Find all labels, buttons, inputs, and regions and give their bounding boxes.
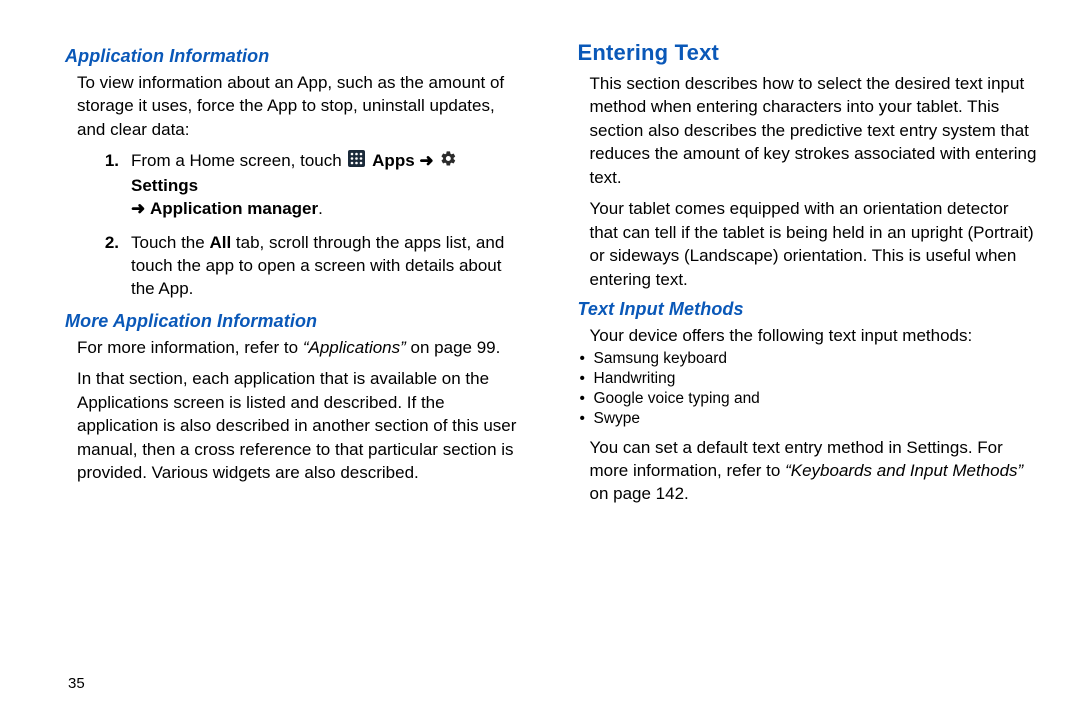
left-column: Application Information To view informat… <box>65 40 528 514</box>
para-entering-1: This section describes how to select the… <box>590 72 1041 189</box>
text: on page 99. <box>406 338 501 357</box>
step-number: 1. <box>65 149 119 220</box>
heading-app-info: Application Information <box>65 46 528 67</box>
list-item: Handwriting <box>578 370 1041 388</box>
text: For more information, refer to <box>77 338 303 357</box>
step1-prefix: From a Home screen, touch <box>131 151 346 170</box>
label-apps: Apps <box>372 151 415 170</box>
step2-a: Touch the <box>131 233 209 252</box>
para-more-2: In that section, each application that i… <box>77 367 528 484</box>
para-methods-intro: Your device offers the following text in… <box>590 324 1041 347</box>
heading-text-input-methods: Text Input Methods <box>578 299 1041 320</box>
step-number: 2. <box>65 231 119 301</box>
list-item: Google voice typing and <box>578 390 1041 408</box>
heading-entering-text: Entering Text <box>578 40 1041 66</box>
crossref-applications: “Applications” <box>303 338 406 357</box>
label-settings: Settings <box>131 176 198 195</box>
label-all: All <box>209 233 231 252</box>
step-body: Touch the All tab, scroll through the ap… <box>131 231 528 301</box>
list-item: Samsung keyboard <box>578 350 1041 368</box>
heading-more-app-info: More Application Information <box>65 311 528 332</box>
para-entering-2: Your tablet comes equipped with an orien… <box>590 197 1041 291</box>
para-more-1: For more information, refer to “Applicat… <box>77 336 528 359</box>
arrow-icon: ➜ <box>131 199 145 218</box>
right-column: Entering Text This section describes how… <box>578 40 1041 514</box>
page-number: 35 <box>68 675 85 692</box>
list-item: Swype <box>578 410 1041 428</box>
para-app-info-intro: To view information about an App, such a… <box>77 71 528 141</box>
step-1: 1. From a Home screen, touch Apps ➜ Sett… <box>65 149 528 220</box>
arrow-icon: ➜ <box>419 151 433 170</box>
label-app-manager: Application manager <box>150 199 318 218</box>
settings-gear-icon <box>440 150 457 173</box>
page-content: Application Information To view informat… <box>0 0 1080 534</box>
steps-list: 1. From a Home screen, touch Apps ➜ Sett… <box>65 149 528 301</box>
step-body: From a Home screen, touch Apps ➜ Setting… <box>131 149 528 220</box>
step-2: 2. Touch the All tab, scroll through the… <box>65 231 528 301</box>
text: on page 142. <box>590 484 689 503</box>
crossref-keyboards: “Keyboards and Input Methods” <box>785 461 1023 480</box>
methods-list: Samsung keyboard Handwriting Google voic… <box>578 350 1041 428</box>
apps-grid-icon <box>348 150 365 173</box>
para-methods-outro: You can set a default text entry method … <box>590 436 1041 506</box>
